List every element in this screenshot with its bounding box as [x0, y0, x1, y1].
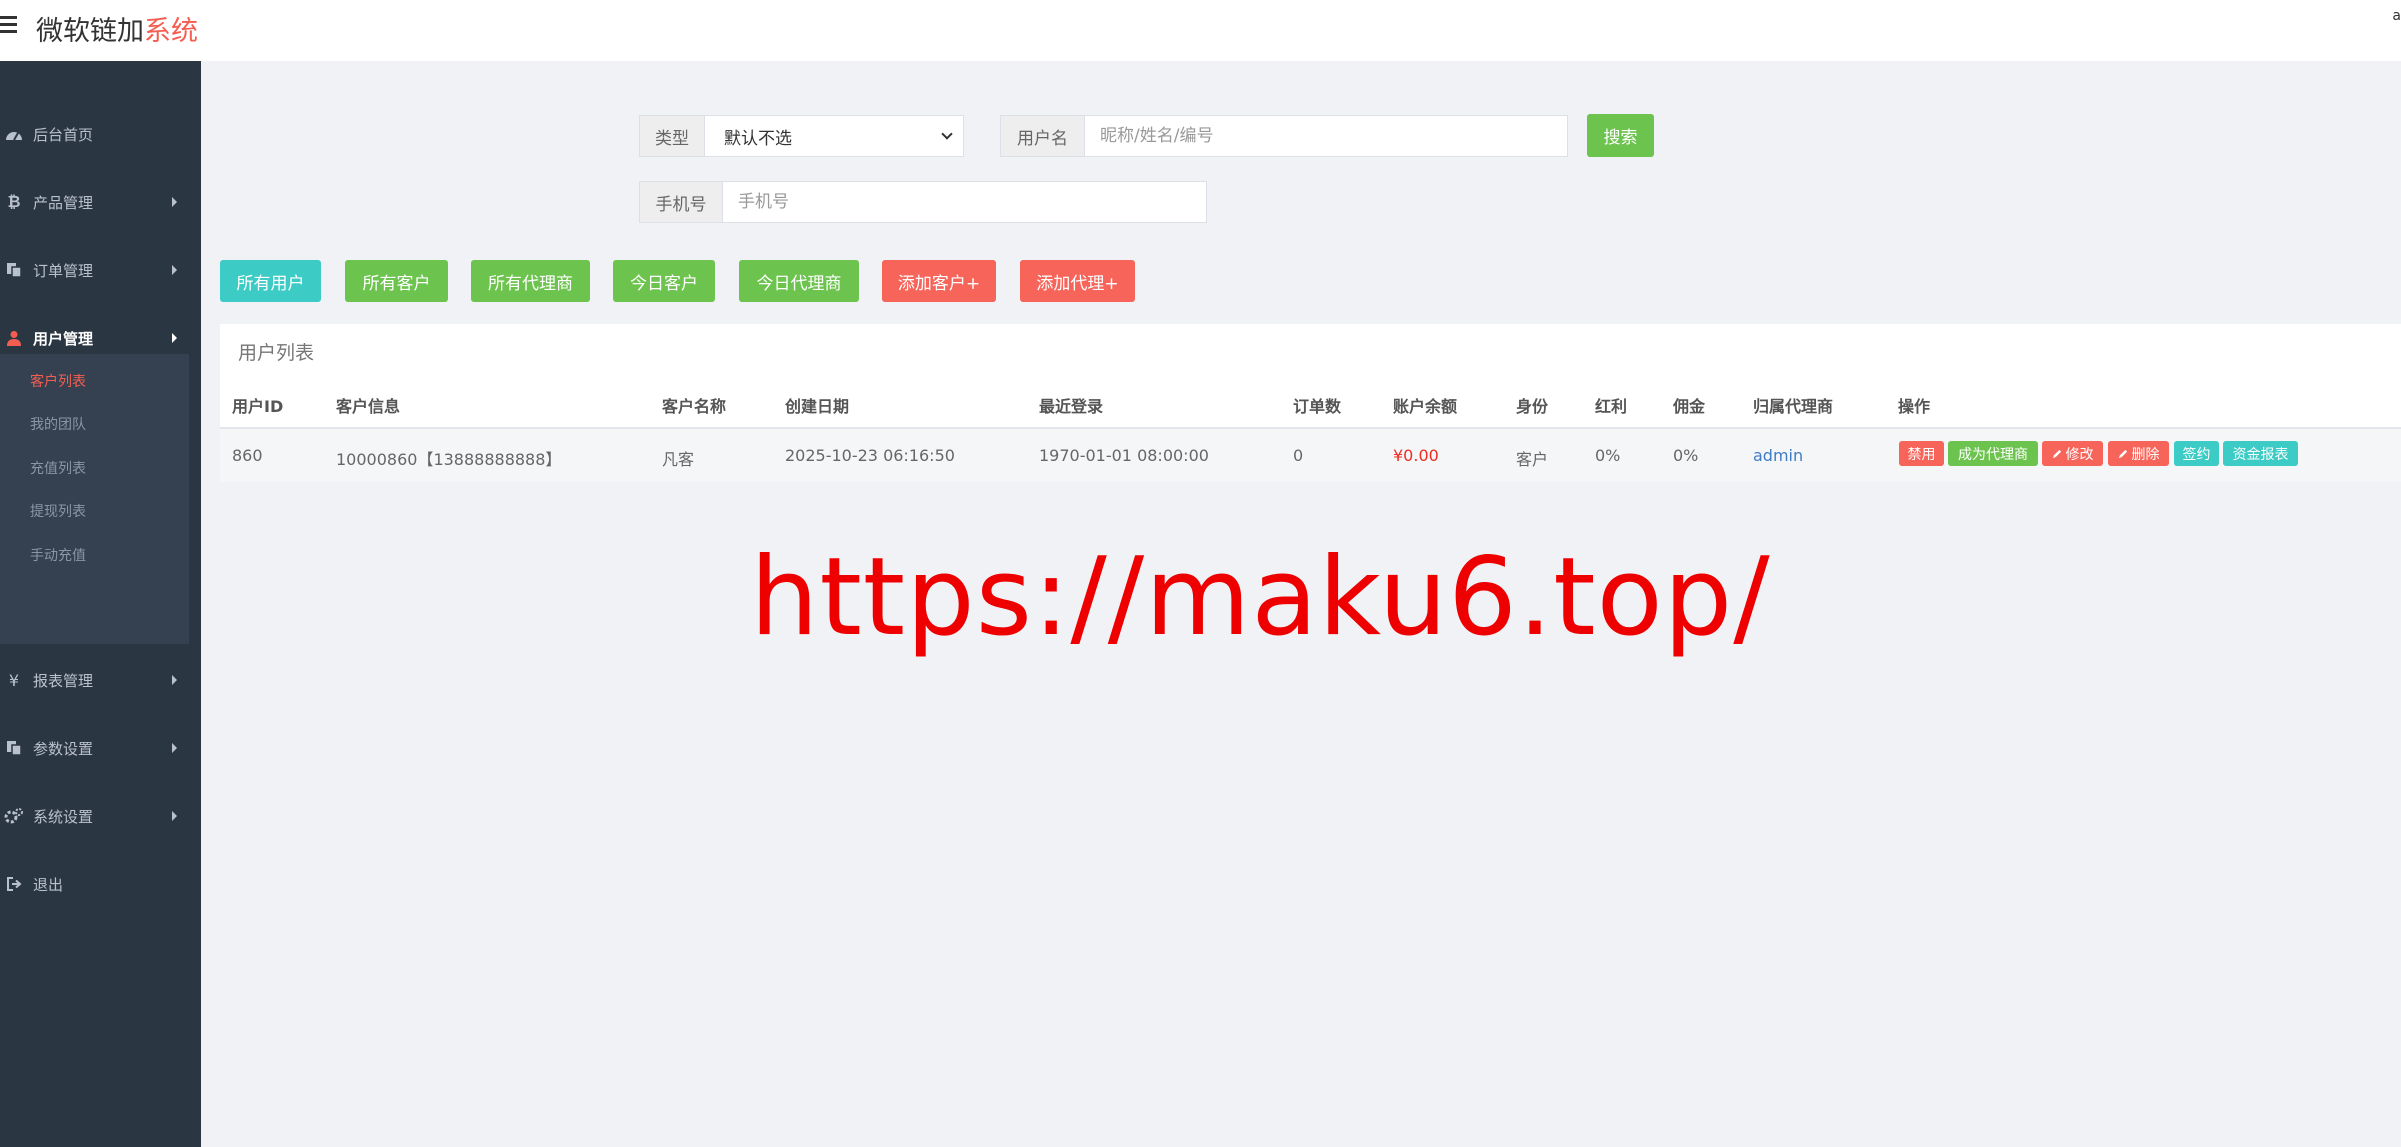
cell-user-id: 860	[232, 446, 263, 465]
username-filter: 用户名	[1000, 115, 1568, 157]
caret-right-icon	[172, 265, 177, 275]
sidebar-item-label: 后台首页	[33, 125, 94, 144]
cell-role: 客户	[1516, 450, 1549, 469]
search-button[interactable]: 搜索	[1587, 114, 1654, 157]
sidebar-item-label: 产品管理	[33, 193, 94, 212]
subnav-recharge-list[interactable]: 充值列表	[30, 458, 86, 478]
make-agent-button[interactable]: 成为代理商	[1948, 441, 2038, 466]
caret-right-icon	[172, 675, 177, 685]
sidebar-item-params[interactable]: 参数设置	[0, 728, 201, 768]
sidebar-item-orders[interactable]: 订单管理	[0, 250, 201, 290]
sidebar-item-label: 订单管理	[33, 261, 94, 280]
user-list-panel: 用户列表 用户ID 客户信息 客户名称 创建日期 最近登录 订单数 账户余额 身…	[220, 324, 2401, 482]
caret-right-icon	[172, 811, 177, 821]
cell-last-login: 1970-01-01 08:00:00	[1039, 446, 1209, 465]
subnav-customer-list[interactable]: 客户列表	[30, 371, 86, 391]
column-header: 账户余额	[1393, 397, 1458, 416]
delete-button[interactable]: 删除	[2108, 441, 2169, 466]
sidebar-item-label: 参数设置	[33, 739, 94, 758]
panel-title: 用户列表	[238, 342, 315, 364]
sidebar-item-label: 报表管理	[33, 671, 94, 690]
sidebar-item-reports[interactable]: ¥ 报表管理	[0, 660, 201, 700]
cell-agent-link[interactable]: admin	[1753, 446, 1803, 465]
add-agent-button[interactable]: 添加代理+	[1020, 260, 1135, 302]
username-input[interactable]	[1085, 116, 1567, 156]
phone-filter: 手机号	[639, 181, 1207, 223]
column-header: 客户名称	[662, 397, 727, 416]
today-agents-button[interactable]: 今日代理商	[739, 260, 859, 302]
caret-right-icon	[172, 333, 177, 343]
bitcoin-icon: ₿	[7, 192, 21, 211]
sidebar-item-dashboard[interactable]: 后台首页	[0, 114, 201, 154]
cell-customer-name: 凡客	[662, 450, 695, 469]
sidebar-item-logout[interactable]: 退出	[0, 864, 201, 904]
chevron-down-icon	[941, 128, 953, 140]
user-icon	[3, 330, 25, 346]
subnav-manual-recharge[interactable]: 手动充值	[30, 545, 86, 565]
menu-toggle-icon[interactable]	[0, 12, 20, 38]
column-header: 红利	[1595, 397, 1628, 416]
column-header: 佣金	[1673, 397, 1706, 416]
type-select-value: 默认不选	[724, 128, 792, 149]
username-label: 用户名	[1001, 116, 1085, 156]
files-icon	[3, 740, 25, 756]
sidebar-item-system[interactable]: 系统设置	[0, 796, 201, 836]
all-users-button[interactable]: 所有用户	[220, 260, 321, 302]
cell-order-count: 0	[1293, 446, 1304, 465]
phone-input[interactable]	[723, 182, 1206, 222]
brand-logo: 微软链加系统	[36, 9, 198, 48]
sidebar: 后台首页 ₿ 产品管理 订单管理 用户管理 客户列表 我的团队 充值列表 提现列…	[0, 61, 201, 1147]
cell-customer-info: 10000860【13888888888】	[336, 450, 562, 469]
column-header: 客户信息	[336, 397, 401, 416]
disable-button[interactable]: 禁用	[1899, 441, 1944, 466]
sign-out-icon	[3, 877, 25, 891]
sidebar-item-label: 系统设置	[33, 807, 94, 826]
add-customer-button[interactable]: 添加客户+	[882, 260, 996, 302]
fund-report-button[interactable]: 资金报表	[2223, 441, 2298, 466]
caret-right-icon	[172, 197, 177, 207]
column-header: 订单数	[1293, 397, 1342, 416]
delete-button-label: 删除	[2131, 446, 2160, 463]
edit-button[interactable]: 修改	[2042, 441, 2103, 466]
users-submenu: 客户列表 我的团队 充值列表 提现列表 手动充值	[0, 354, 189, 644]
type-filter: 类型 默认不选	[639, 115, 964, 157]
user-menu[interactable]: a	[2392, 8, 2401, 24]
column-header: 用户ID	[232, 397, 284, 416]
yen-icon: ¥	[8, 670, 20, 690]
all-customers-button[interactable]: 所有客户	[345, 260, 448, 302]
cell-commission: 0%	[1673, 446, 1699, 465]
watermark-text: https://maku6.top/	[750, 535, 1771, 660]
top-bar: 微软链加系统 a	[0, 0, 2401, 61]
cell-created-date: 2025-10-23 06:16:50	[785, 446, 955, 465]
brand-title-accent: 系统	[144, 16, 198, 47]
sidebar-item-products[interactable]: ₿ 产品管理	[0, 182, 201, 222]
all-agents-button[interactable]: 所有代理商	[471, 260, 590, 302]
files-icon	[3, 262, 25, 278]
cell-bonus: 0%	[1595, 446, 1621, 465]
column-header: 操作	[1898, 397, 1931, 416]
brand-title: 微软链加	[36, 16, 144, 47]
pencil-icon	[2052, 449, 2061, 459]
sidebar-item-label: 退出	[33, 875, 64, 894]
sign-contract-button[interactable]: 签约	[2174, 441, 2219, 466]
subnav-my-team[interactable]: 我的团队	[30, 414, 86, 434]
phone-label: 手机号	[640, 182, 723, 222]
gears-icon	[3, 808, 25, 824]
sidebar-item-label: 用户管理	[33, 329, 94, 348]
column-header: 身份	[1516, 397, 1549, 416]
column-header: 创建日期	[785, 397, 850, 416]
type-label: 类型	[640, 116, 705, 156]
column-header: 归属代理商	[1753, 397, 1834, 416]
column-header: 最近登录	[1039, 397, 1104, 416]
today-customers-button[interactable]: 今日客户	[613, 260, 715, 302]
type-select[interactable]: 默认不选	[705, 116, 963, 156]
subnav-withdraw-list[interactable]: 提现列表	[30, 501, 86, 521]
pencil-icon	[2118, 449, 2127, 459]
edit-button-label: 修改	[2065, 446, 2094, 463]
caret-right-icon	[172, 743, 177, 753]
sidebar-item-users[interactable]: 用户管理	[0, 318, 201, 358]
cell-balance: ¥0.00	[1393, 446, 1439, 465]
dashboard-icon	[3, 127, 25, 141]
